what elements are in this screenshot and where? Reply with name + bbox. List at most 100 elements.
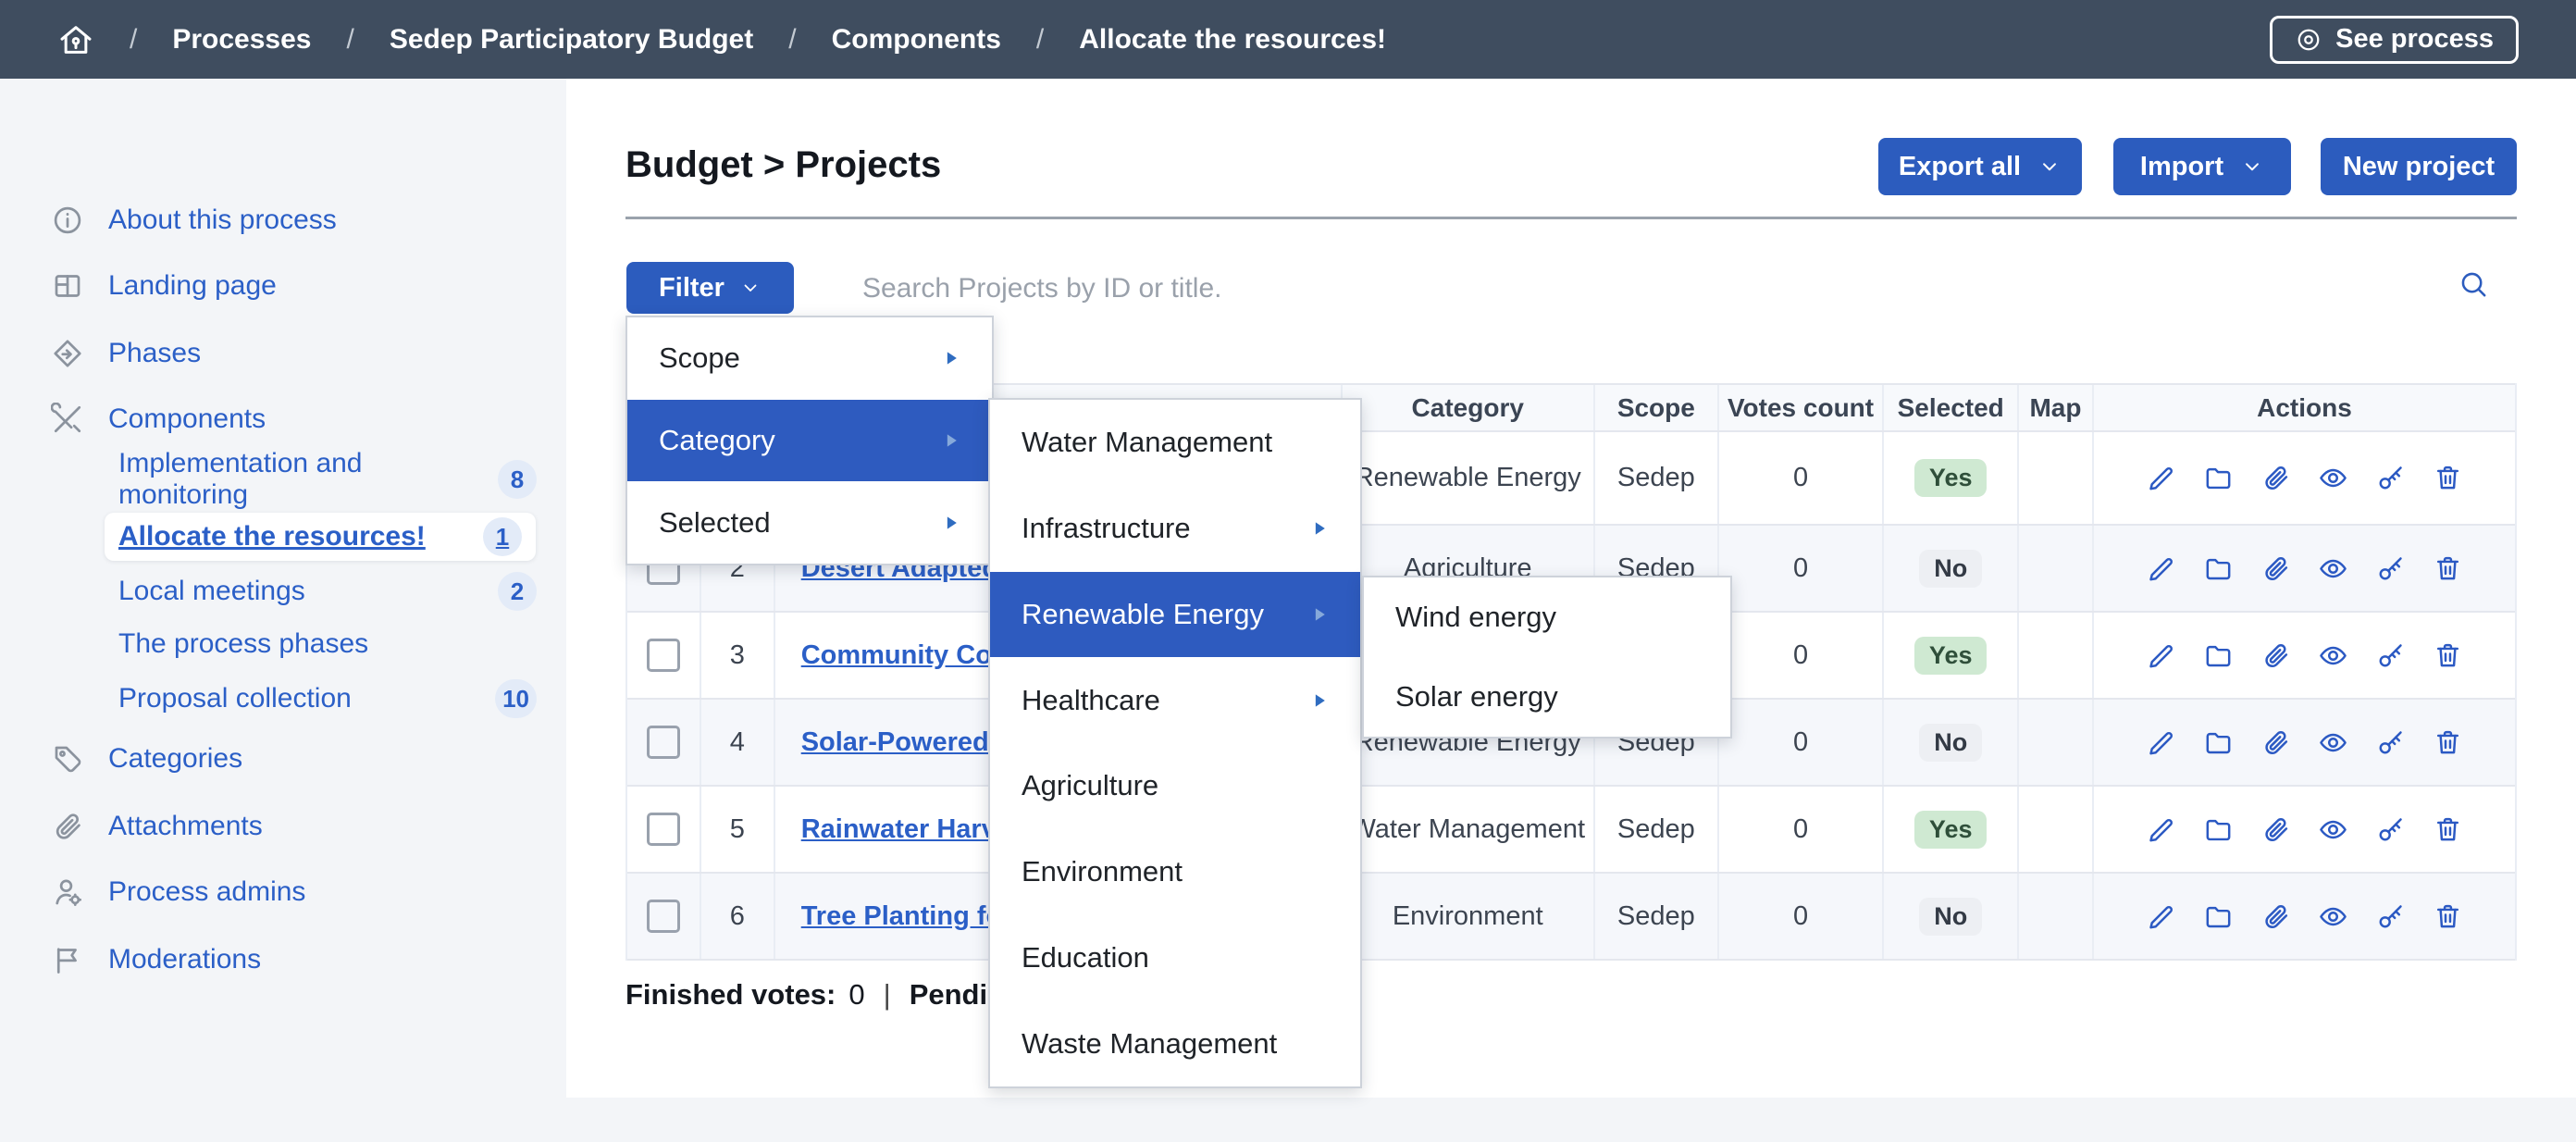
sidebar-item-attachments[interactable]: Attachments <box>51 806 537 847</box>
permissions-key-icon[interactable] <box>2375 463 2406 493</box>
count-badge: 10 <box>495 679 537 718</box>
edit-icon[interactable] <box>2146 553 2176 584</box>
header-divider <box>625 217 2517 219</box>
export-all-button[interactable]: Export all <box>1878 138 2082 195</box>
breadcrumb-process-name[interactable]: Sedep Participatory Budget <box>390 24 753 56</box>
edit-icon[interactable] <box>2146 814 2176 845</box>
delete-icon[interactable] <box>2433 640 2463 671</box>
preview-icon[interactable] <box>2318 463 2348 493</box>
category-renewable-energy[interactable]: Renewable Energy <box>990 572 1360 658</box>
project-title-link[interactable]: Rainwater Harve <box>801 814 1011 845</box>
row-actions <box>2094 526 2515 611</box>
sidebar-item-moderations[interactable]: Moderations <box>51 939 537 980</box>
project-title-link[interactable]: Solar-Powered S <box>801 727 1014 758</box>
breadcrumb-components[interactable]: Components <box>832 24 1001 56</box>
sidebar-item-about[interactable]: About this process <box>51 200 537 241</box>
edit-icon[interactable] <box>2146 901 2176 932</box>
preview-icon[interactable] <box>2318 640 2348 671</box>
row-scope: Sedep <box>1595 874 1719 959</box>
edit-icon[interactable] <box>2146 727 2176 758</box>
search-input[interactable] <box>861 262 2391 316</box>
category-solar-energy[interactable]: Solar energy <box>1364 657 1730 737</box>
preview-icon[interactable] <box>2318 727 2348 758</box>
permissions-key-icon[interactable] <box>2375 640 2406 671</box>
count-badge: 2 <box>498 572 537 611</box>
sidebar-item-process-admins[interactable]: Process admins <box>51 872 537 912</box>
import-button[interactable]: Import <box>2113 138 2291 195</box>
folder-icon[interactable] <box>2203 553 2234 584</box>
delete-icon[interactable] <box>2433 463 2463 493</box>
category-wind-energy[interactable]: Wind energy <box>1364 577 1730 657</box>
home-icon[interactable] <box>57 21 94 58</box>
search-icon[interactable] <box>2458 268 2489 300</box>
attachments-icon[interactable] <box>2260 463 2291 493</box>
menu-item-label: Water Management <box>1022 426 1272 459</box>
sidebar-item-process-phases[interactable]: The process phases <box>118 624 537 664</box>
attachments-icon[interactable] <box>2260 640 2291 671</box>
header-category: Category <box>1343 385 1595 430</box>
sidebar-item-local-meetings[interactable]: Local meetings 2 <box>118 571 537 612</box>
attachments-icon[interactable] <box>2260 727 2291 758</box>
layout-icon <box>51 269 84 303</box>
attachments-icon[interactable] <box>2260 814 2291 845</box>
row-id: 3 <box>701 613 775 698</box>
filter-menu-category[interactable]: Category <box>627 400 992 482</box>
edit-icon[interactable] <box>2146 640 2176 671</box>
preview-icon[interactable] <box>2318 814 2348 845</box>
folder-icon[interactable] <box>2203 901 2234 932</box>
new-project-button[interactable]: New project <box>2321 138 2517 195</box>
sidebar-item-categories[interactable]: Categories <box>51 739 537 779</box>
row-checkbox[interactable] <box>647 900 680 933</box>
attachments-icon[interactable] <box>2260 553 2291 584</box>
see-process-button[interactable]: See process <box>2270 16 2519 64</box>
permissions-key-icon[interactable] <box>2375 553 2406 584</box>
folder-icon[interactable] <box>2203 640 2234 671</box>
filter-button[interactable]: Filter <box>626 262 794 314</box>
folder-icon[interactable] <box>2203 814 2234 845</box>
folder-icon[interactable] <box>2203 463 2234 493</box>
sidebar-item-landing-page[interactable]: Landing page <box>51 266 537 306</box>
sidebar-item-implementation-monitoring[interactable]: Implementation and monitoring 8 <box>118 459 537 500</box>
chevron-down-icon <box>2037 155 2062 179</box>
delete-icon[interactable] <box>2433 727 2463 758</box>
sidebar-item-label: Components <box>108 403 266 435</box>
row-checkbox[interactable] <box>647 726 680 759</box>
permissions-key-icon[interactable] <box>2375 901 2406 932</box>
delete-icon[interactable] <box>2433 814 2463 845</box>
permissions-key-icon[interactable] <box>2375 814 2406 845</box>
preview-icon[interactable] <box>2318 901 2348 932</box>
category-healthcare[interactable]: Healthcare <box>990 657 1360 743</box>
sidebar-item-allocate-resources[interactable]: Allocate the resources! 1 <box>105 513 536 561</box>
row-checkbox[interactable] <box>647 813 680 846</box>
preview-icon[interactable] <box>2318 553 2348 584</box>
sidebar-item-phases[interactable]: Phases <box>51 333 537 374</box>
sidebar-item-proposal-collection[interactable]: Proposal collection 10 <box>118 678 537 719</box>
row-category: Water Management <box>1343 787 1595 872</box>
row-checkbox[interactable] <box>647 639 680 672</box>
category-environment[interactable]: Environment <box>990 829 1360 915</box>
sidebar-item-label: About this process <box>108 205 337 236</box>
sidebar-item-components[interactable]: Components <box>51 399 537 440</box>
edit-icon[interactable] <box>2146 463 2176 493</box>
category-education[interactable]: Education <box>990 915 1360 1001</box>
sidebar-item-label: Phases <box>108 338 201 369</box>
permissions-key-icon[interactable] <box>2375 727 2406 758</box>
delete-icon[interactable] <box>2433 901 2463 932</box>
project-title-link[interactable]: Community Con <box>801 640 1009 671</box>
attachments-icon[interactable] <box>2260 901 2291 932</box>
delete-icon[interactable] <box>2433 553 2463 584</box>
category-water-management[interactable]: Water Management <box>990 400 1360 486</box>
filter-menu-selected[interactable]: Selected <box>627 481 992 564</box>
breadcrumb-separator: / <box>130 24 137 56</box>
new-project-label: New project <box>2343 152 2495 182</box>
category-agriculture[interactable]: Agriculture <box>990 743 1360 829</box>
project-title-link[interactable]: Tree Planting fo <box>801 901 1003 932</box>
category-infrastructure[interactable]: Infrastructure <box>990 486 1360 572</box>
folder-icon[interactable] <box>2203 727 2234 758</box>
breadcrumb-processes[interactable]: Processes <box>172 24 311 56</box>
filter-menu-scope[interactable]: Scope <box>627 317 992 400</box>
category-waste-management[interactable]: Waste Management <box>990 1000 1360 1086</box>
breadcrumb-current[interactable]: Allocate the resources! <box>1079 24 1386 56</box>
sidebar-item-label: Landing page <box>108 270 277 302</box>
breadcrumb: / Processes / Sedep Participatory Budget… <box>57 21 1386 58</box>
